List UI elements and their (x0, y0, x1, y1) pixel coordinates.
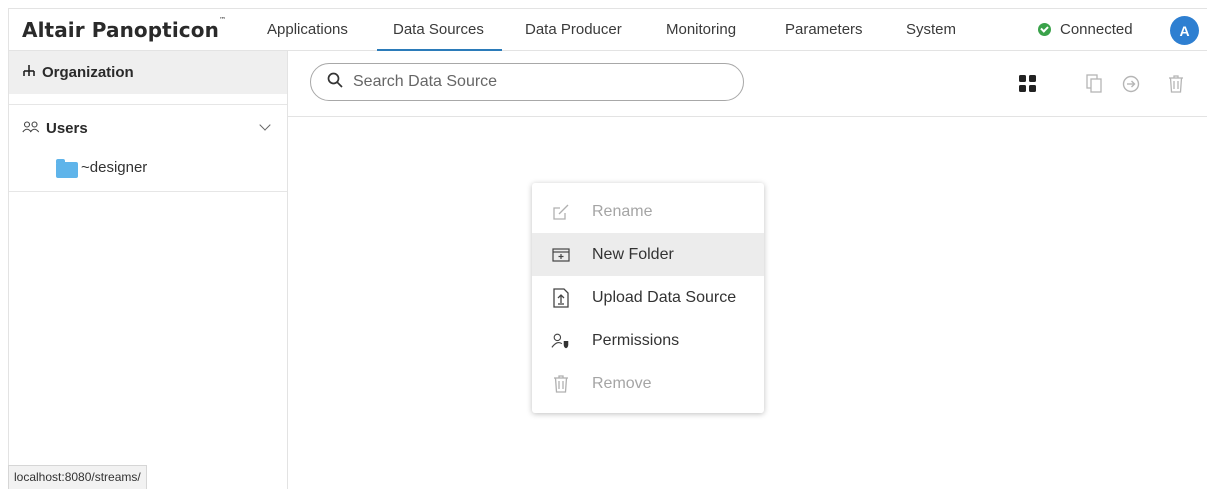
tab-parameters[interactable]: Parameters (785, 9, 863, 50)
check-circle-icon (1038, 23, 1051, 36)
move-icon[interactable] (1122, 75, 1140, 98)
divider (9, 94, 287, 105)
menu-item-upload-data-source[interactable]: Upload Data Source (532, 276, 764, 319)
browser-status-url: localhost:8080/streams/ (8, 465, 147, 489)
app-logo[interactable]: Altair Panopticon™ (9, 16, 259, 42)
tab-system[interactable]: System (906, 9, 956, 50)
hierarchy-icon (22, 64, 36, 82)
users-icon (22, 120, 40, 137)
toolbar (288, 51, 1207, 117)
folder-item-designer[interactable]: ~designer (9, 152, 287, 192)
sidebar: Organization Users ~designer (8, 51, 288, 489)
chevron-down-icon[interactable] (259, 119, 271, 131)
top-bar: Altair Panopticon™ Applications Data Sou… (8, 8, 1207, 51)
trash-icon (551, 374, 571, 394)
folder-label: ~designer (81, 159, 148, 176)
connection-status: Connected (1038, 9, 1133, 50)
tab-applications[interactable]: Applications (267, 9, 348, 50)
rename-icon (551, 202, 571, 222)
grid-view-icon[interactable] (1019, 75, 1036, 97)
sidebar-item-label: Users (46, 120, 88, 137)
sidebar-item-users[interactable]: Users (9, 105, 287, 152)
upload-icon (551, 287, 571, 308)
menu-item-label: Upload Data Source (592, 288, 737, 306)
sidebar-item-organization[interactable]: Organization (9, 51, 287, 94)
folder-icon (56, 158, 78, 178)
user-avatar[interactable]: A (1170, 16, 1199, 45)
trash-icon[interactable] (1168, 74, 1184, 98)
tab-data-sources[interactable]: Data Sources (377, 9, 502, 51)
tab-data-producer[interactable]: Data Producer (525, 9, 622, 50)
search-input[interactable] (353, 73, 713, 91)
tab-monitoring[interactable]: Monitoring (666, 9, 736, 50)
menu-item-label: Permissions (592, 331, 680, 349)
menu-item-label: New Folder (592, 245, 674, 263)
new-folder-icon (551, 245, 571, 265)
menu-item-new-folder[interactable]: New Folder (532, 233, 764, 276)
menu-item-rename[interactable]: Rename (532, 190, 764, 233)
context-menu: Rename New Folder Upload Data Source Per… (532, 183, 764, 413)
search-icon (327, 72, 343, 93)
menu-item-label: Rename (592, 202, 653, 220)
connection-status-label: Connected (1060, 21, 1133, 38)
menu-item-remove[interactable]: Remove (532, 362, 764, 405)
menu-item-label: Remove (592, 374, 652, 392)
menu-item-permissions[interactable]: Permissions (532, 319, 764, 362)
sidebar-item-label: Organization (42, 64, 134, 81)
permissions-icon (551, 331, 571, 351)
copy-icon[interactable] (1086, 74, 1102, 98)
search-box[interactable] (310, 63, 744, 101)
